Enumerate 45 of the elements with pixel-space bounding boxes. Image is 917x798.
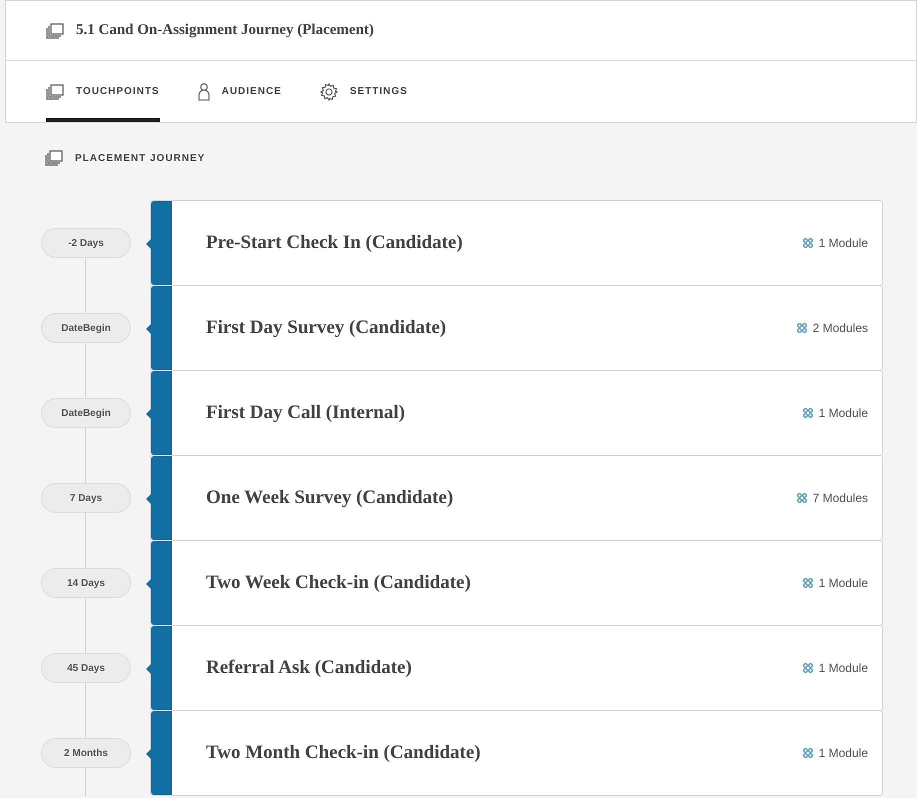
module-count: 1 Module [818, 235, 868, 252]
timing-pill: -2 Days [41, 228, 131, 258]
settings-icon [320, 82, 338, 100]
pointer-icon [146, 409, 151, 419]
stack-icon [45, 150, 63, 166]
section-title: PLACEMENT JOURNEY [75, 152, 206, 166]
modules-icon [796, 323, 807, 333]
pointer-icon [146, 664, 151, 674]
touchpoint-title: First Day Call (Internal) [206, 400, 405, 425]
stack-icon [46, 22, 64, 38]
pointer-icon [146, 749, 151, 759]
touchpoint-title: Two Month Check-in (Candidate) [206, 740, 481, 765]
modules-icon [796, 493, 807, 503]
timing-pill: DateBegin [41, 398, 131, 428]
pointer-icon [146, 324, 151, 334]
module-count: 1 Module [818, 405, 868, 422]
timing-pill: 7 Days [41, 483, 131, 513]
pointer-icon [146, 579, 151, 589]
module-count: 2 Modules [812, 320, 868, 337]
timing-pill: 14 Days [41, 568, 131, 598]
tab[interactable]: TOUCHPOINTS [46, 61, 160, 122]
timing-pill: 45 Days [41, 653, 131, 683]
module-count: 1 Module [818, 575, 868, 592]
page-title: 5.1 Cand On-Assignment Journey (Placement) [76, 21, 374, 40]
stack-icon [46, 84, 64, 100]
person-icon [198, 82, 210, 100]
module-count: 1 Module [818, 745, 868, 762]
tab[interactable]: SETTINGS [320, 61, 408, 122]
modules-icon [802, 238, 813, 248]
timing-pill: 2 Months [41, 738, 131, 768]
modules-icon [802, 663, 813, 673]
touchpoint-title: Pre-Start Check In (Candidate) [206, 230, 463, 255]
tab[interactable]: AUDIENCE [198, 61, 282, 122]
timing-pill: DateBegin [41, 313, 131, 343]
touchpoint-title: First Day Survey (Candidate) [206, 316, 446, 340]
module-count: 7 Modules [812, 490, 868, 507]
modules-icon [802, 748, 813, 758]
touchpoint-title: Referral Ask (Candidate) [206, 656, 412, 680]
module-count: 1 Module [818, 660, 868, 677]
touchpoint-title: One Week Survey (Candidate) [206, 486, 454, 510]
modules-icon [802, 408, 813, 418]
touchpoint-title: Two Week Check-in (Candidate) [206, 570, 471, 595]
modules-icon [802, 578, 813, 588]
pointer-icon [146, 239, 151, 249]
pointer-icon [146, 494, 151, 504]
